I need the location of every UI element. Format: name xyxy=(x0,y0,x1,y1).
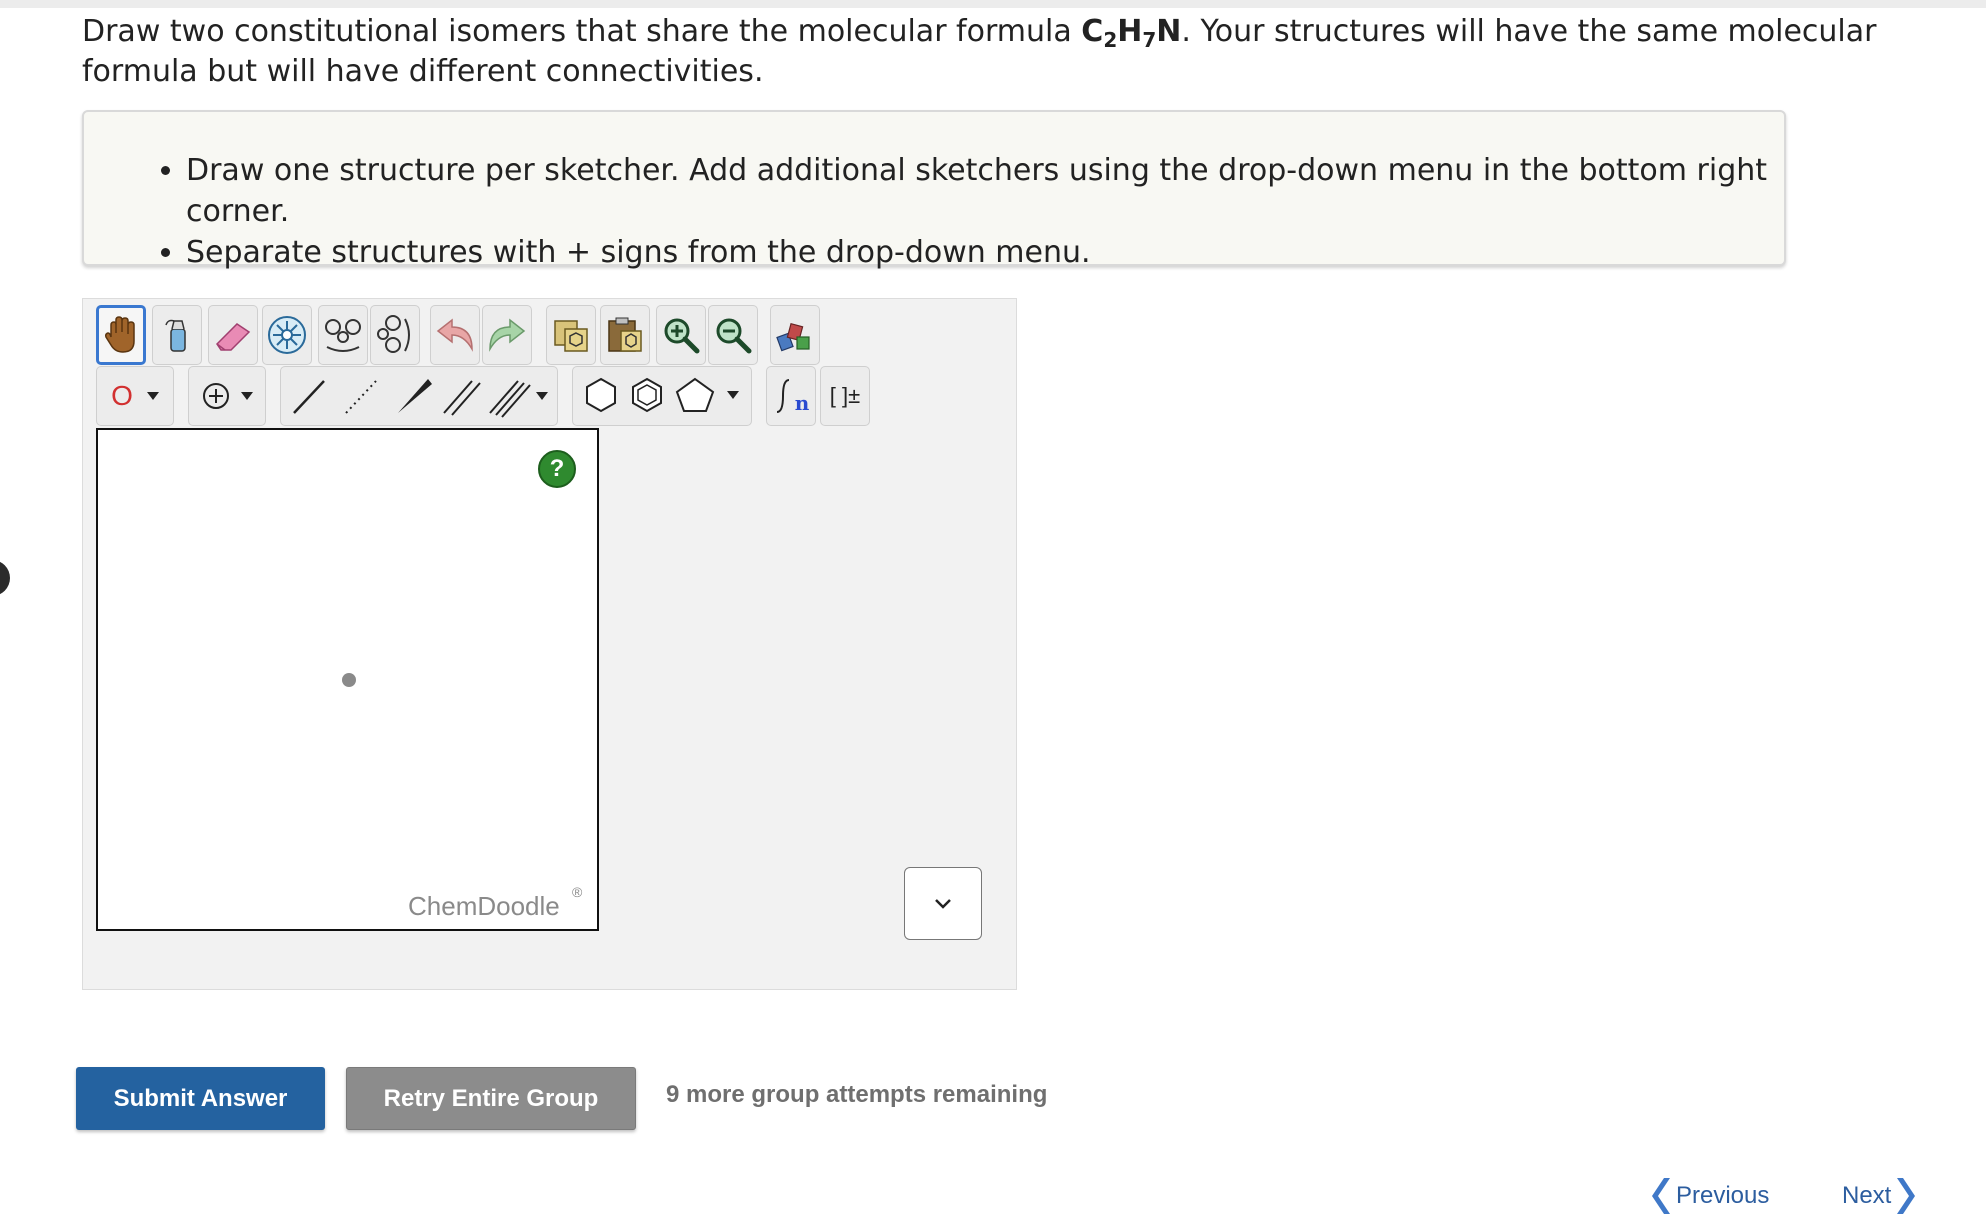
instruction-item: Draw one structure per sketcher. Add add… xyxy=(186,150,1784,232)
zoom-out-button[interactable] xyxy=(708,305,758,365)
charge-plus-icon xyxy=(203,383,229,409)
attempts-remaining-text: 9 more group attempts remaining xyxy=(666,1081,1048,1108)
canvas-center-dot xyxy=(342,673,356,687)
clean-button[interactable] xyxy=(770,305,820,365)
instructions-box: Draw one structure per sketcher. Add add… xyxy=(82,110,1786,270)
next-label: Next xyxy=(1842,1182,1892,1209)
paste-icon xyxy=(608,317,642,352)
submit-answer-button[interactable]: Submit Answer xyxy=(76,1067,325,1130)
lasso-tool-button[interactable] xyxy=(152,305,202,365)
eraser-button[interactable] xyxy=(208,305,258,365)
side-panel-tab[interactable] xyxy=(0,560,10,596)
sketcher-options-dropdown[interactable] xyxy=(904,867,982,940)
ring-tools-icons xyxy=(586,377,739,413)
chevron-right-icon xyxy=(1897,1178,1916,1214)
redo-button[interactable] xyxy=(482,305,532,365)
sgroup-icon xyxy=(776,379,789,413)
zoom-out-icon xyxy=(716,318,752,354)
zoom-in-button[interactable] xyxy=(656,305,706,365)
clear-button[interactable] xyxy=(262,305,312,365)
molecular-formula: C2H7N xyxy=(1081,14,1182,52)
atom-label-dropdown[interactable]: O xyxy=(96,366,174,426)
instruction-item: Separate structures with + signs from th… xyxy=(186,232,1784,273)
bracket-button[interactable]: [ ]± xyxy=(820,366,870,426)
top-bar xyxy=(0,0,1986,8)
flip-horizontal-button[interactable] xyxy=(318,305,368,365)
bracket-label: [ ]± xyxy=(829,383,861,408)
bond-tools-dropdown[interactable] xyxy=(280,366,558,426)
dropdown-arrow-icon xyxy=(146,392,159,400)
eraser-icon xyxy=(216,323,251,351)
zoom-in-icon xyxy=(664,318,700,354)
undo-button[interactable] xyxy=(430,305,480,365)
flip-vertical-button[interactable] xyxy=(370,305,420,365)
previous-label: Previous xyxy=(1676,1182,1770,1209)
copy-icon xyxy=(554,320,588,352)
flip-horizontal-icon xyxy=(325,319,361,352)
undo-icon xyxy=(436,318,473,352)
copy-button[interactable] xyxy=(546,305,596,365)
registered-mark: ® xyxy=(572,884,583,900)
chevron-down-icon xyxy=(935,898,951,909)
sgroup-label: n xyxy=(794,391,810,415)
paste-button[interactable] xyxy=(600,305,650,365)
help-icon[interactable]: ? xyxy=(538,450,576,488)
redo-icon xyxy=(489,318,526,352)
charge-dropdown[interactable] xyxy=(188,366,266,426)
sgroup-button[interactable]: n xyxy=(766,366,816,426)
next-link[interactable]: Next xyxy=(1842,1176,1916,1216)
hand-tool-icon xyxy=(105,316,135,353)
question-prefix: Draw two constitutional isomers that sha… xyxy=(82,14,1082,49)
previous-link[interactable]: Previous xyxy=(1652,1176,1769,1216)
chevron-left-icon xyxy=(1652,1178,1670,1214)
lasso-tool-icon xyxy=(165,319,186,352)
clean-icon xyxy=(776,322,810,352)
dropdown-arrow-icon xyxy=(241,392,253,400)
retry-group-button[interactable]: Retry Entire Group xyxy=(346,1067,636,1130)
hand-tool-button[interactable] xyxy=(96,305,146,365)
ring-tools-dropdown[interactable] xyxy=(572,366,752,426)
question-text: Draw two constitutional isomers that sha… xyxy=(82,12,1912,92)
clear-icon xyxy=(268,316,306,354)
bond-tools-icons xyxy=(293,379,548,418)
atom-label: O xyxy=(111,380,133,411)
flip-vertical-icon xyxy=(377,315,410,353)
chemdoodle-watermark: ChemDoodle xyxy=(408,891,560,921)
